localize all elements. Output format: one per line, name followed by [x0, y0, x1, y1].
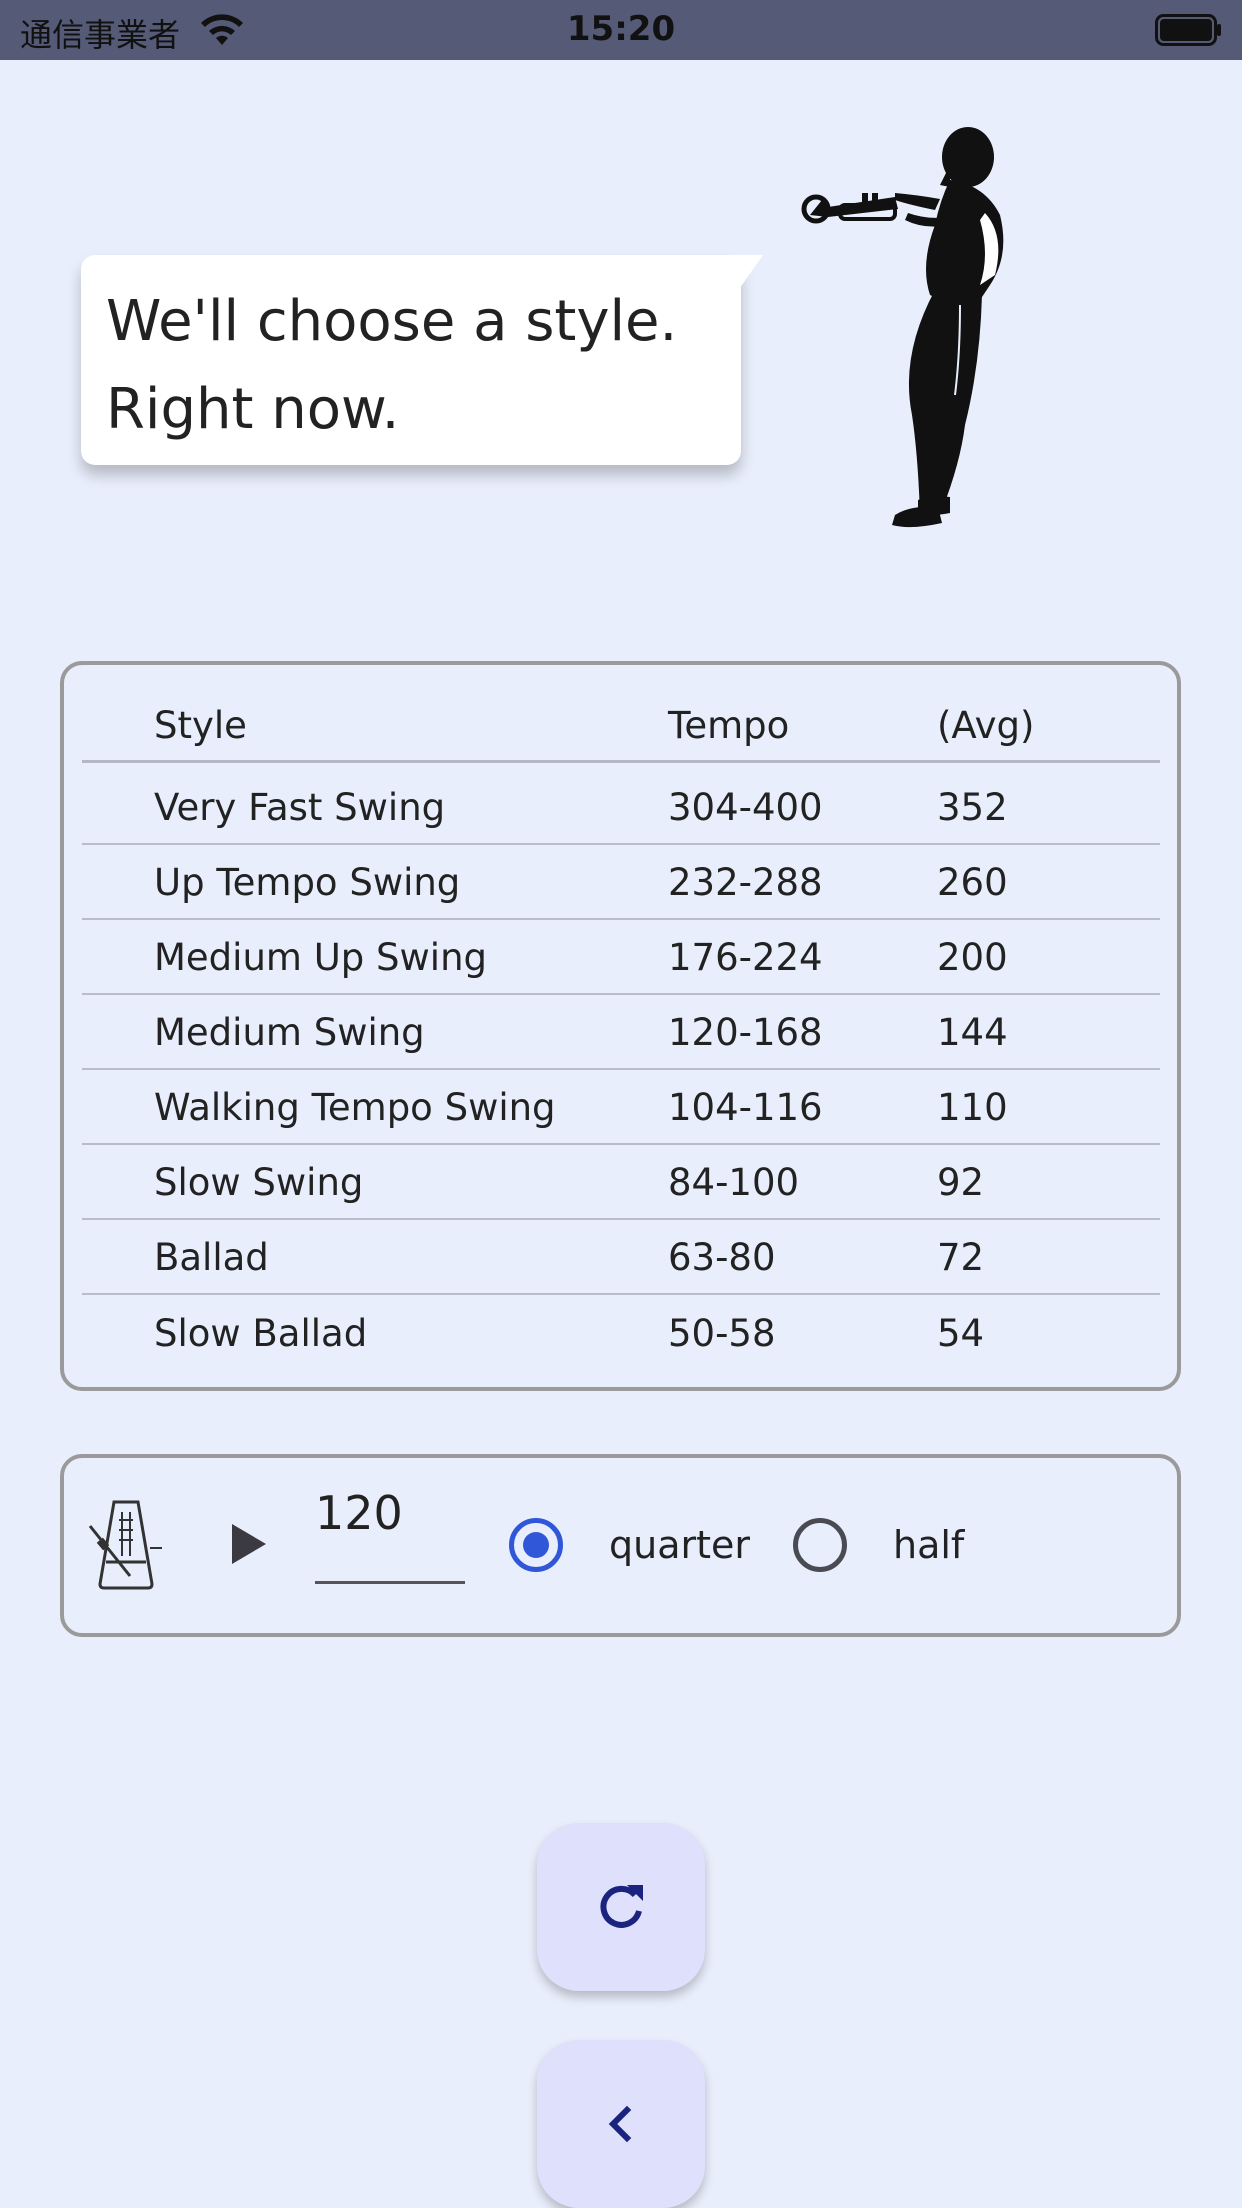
speech-bubble-tail	[725, 255, 763, 295]
row-tempo: 104-116	[668, 1086, 823, 1129]
row-avg: 72	[937, 1236, 985, 1279]
bpm-input[interactable]: 120	[315, 1478, 465, 1584]
table-row[interactable]: Slow Swing 84-100 92	[82, 1145, 1160, 1220]
header-style: Style	[154, 704, 247, 747]
row-avg: 110	[937, 1086, 1008, 1129]
table-row[interactable]: Medium Up Swing 176-224 200	[82, 920, 1160, 995]
table-row[interactable]: Walking Tempo Swing 104-116 110	[82, 1070, 1160, 1145]
table-row[interactable]: Very Fast Swing 304-400 352	[82, 770, 1160, 845]
radio-quarter-label[interactable]: quarter	[609, 1522, 750, 1568]
speech-line-1: We'll choose a style.	[106, 289, 678, 354]
row-tempo: 176-224	[668, 936, 823, 979]
table-row[interactable]: Up Tempo Swing 232-288 260	[82, 845, 1160, 920]
speech-line-2: Right now.	[106, 377, 400, 442]
row-avg: 54	[937, 1312, 985, 1355]
row-style: Very Fast Swing	[154, 786, 446, 829]
row-style: Up Tempo Swing	[154, 861, 461, 904]
row-style: Medium Up Swing	[154, 936, 487, 979]
row-avg: 260	[937, 861, 1008, 904]
row-tempo: 84-100	[668, 1161, 800, 1204]
row-style: Medium Swing	[154, 1011, 425, 1054]
row-tempo: 232-288	[668, 861, 823, 904]
refresh-button[interactable]	[537, 1823, 705, 1991]
table-header-row: Style Tempo (Avg)	[82, 688, 1160, 763]
radio-half-label[interactable]: half	[893, 1522, 964, 1568]
speech-text: We'll choose a style. Right now.	[106, 278, 726, 454]
header-avg: (Avg)	[937, 704, 1035, 747]
radio-half[interactable]	[793, 1518, 847, 1572]
table-row[interactable]: Ballad 63-80 72	[82, 1220, 1160, 1295]
status-bar: 通信事業者 15:20	[0, 0, 1242, 60]
row-avg: 144	[937, 1011, 1008, 1054]
row-style: Ballad	[154, 1236, 269, 1279]
table-row[interactable]: Slow Ballad 50-58 54	[82, 1296, 1160, 1371]
row-avg: 200	[937, 936, 1008, 979]
chevron-left-icon	[608, 2105, 632, 2143]
battery-icon	[1155, 14, 1221, 46]
row-style: Slow Ballad	[154, 1312, 368, 1355]
header-tempo: Tempo	[668, 704, 790, 747]
row-avg: 352	[937, 786, 1008, 829]
play-icon[interactable]	[230, 1522, 268, 1566]
table-row[interactable]: Medium Swing 120-168 144	[82, 995, 1160, 1070]
refresh-icon	[600, 1885, 643, 1928]
row-tempo: 120-168	[668, 1011, 823, 1054]
row-tempo: 304-400	[668, 786, 823, 829]
row-style: Slow Swing	[154, 1161, 364, 1204]
bpm-value[interactable]: 120	[315, 1486, 403, 1540]
back-button[interactable]	[537, 2040, 705, 2208]
row-style: Walking Tempo Swing	[154, 1086, 556, 1129]
row-tempo: 63-80	[668, 1236, 776, 1279]
radio-quarter[interactable]	[509, 1518, 563, 1572]
row-tempo: 50-58	[668, 1312, 776, 1355]
status-time: 15:20	[566, 9, 676, 49]
trumpet-player-image	[801, 127, 1004, 528]
row-avg: 92	[937, 1161, 985, 1204]
metronome-icon[interactable]	[86, 1498, 166, 1592]
